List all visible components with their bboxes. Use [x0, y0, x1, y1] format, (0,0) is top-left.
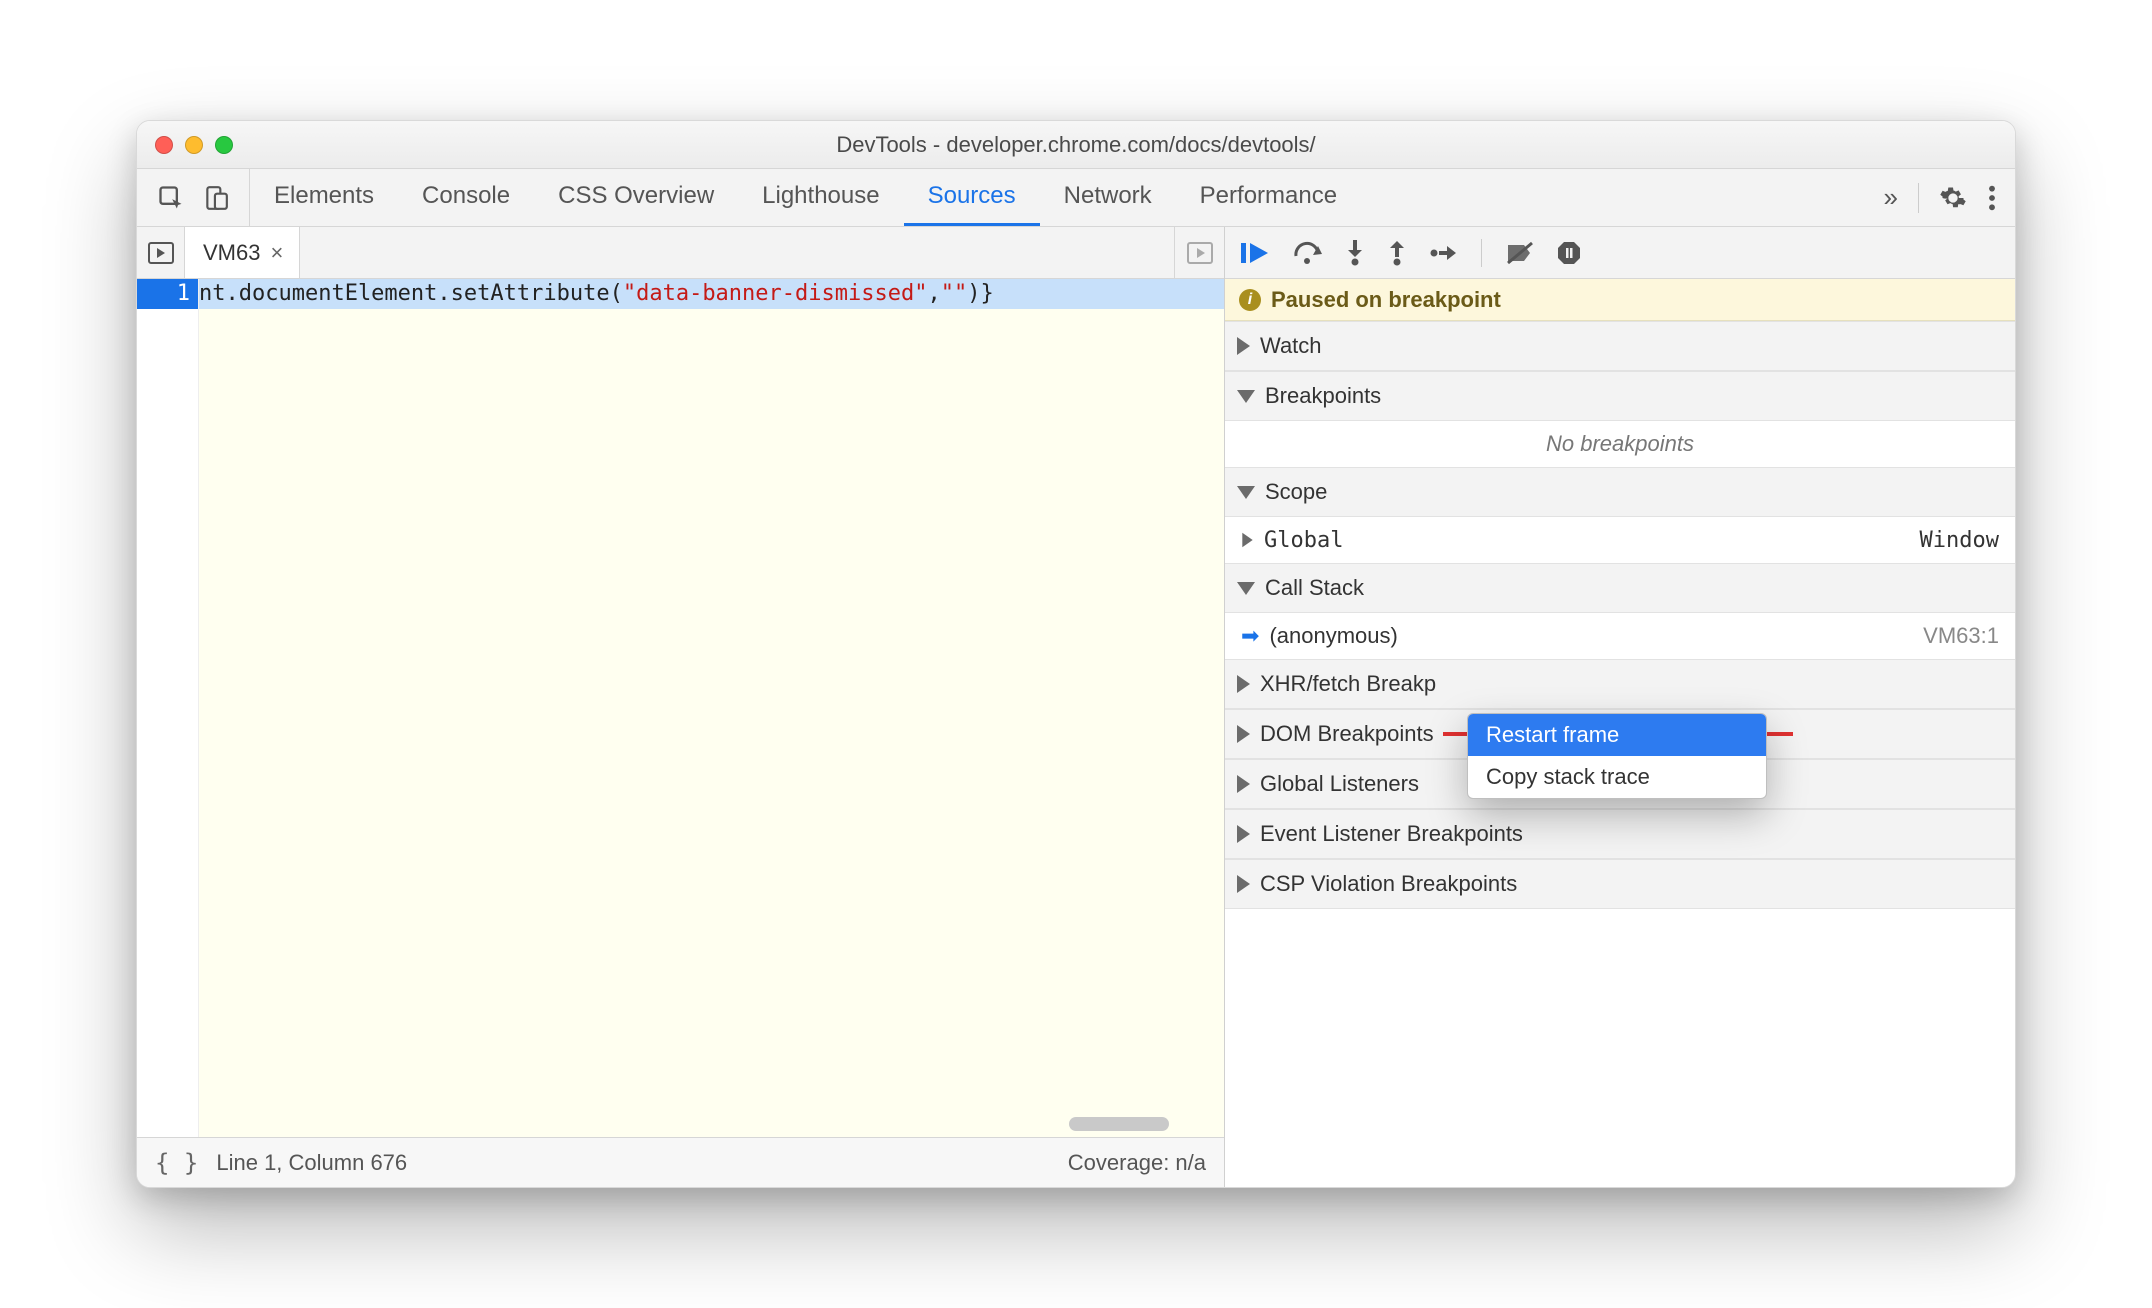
editor-empty-area: [199, 309, 1224, 1137]
expand-triangle-icon: [1237, 337, 1250, 355]
tab-sources[interactable]: Sources: [904, 169, 1040, 226]
section-watch[interactable]: Watch: [1225, 321, 2015, 371]
devtools-window: DevTools - developer.chrome.com/docs/dev…: [136, 120, 2016, 1188]
breakpoints-empty: No breakpoints: [1225, 421, 2015, 467]
tabs-overflow-icon[interactable]: »: [1884, 182, 1898, 213]
expand-triangle-icon: [1237, 825, 1250, 843]
code-token: ,: [927, 281, 940, 306]
callstack-context-menu: Restart frame Copy stack trace: [1467, 713, 1767, 799]
section-csp-label: CSP Violation Breakpoints: [1260, 871, 1517, 897]
section-event-listener-breakpoints[interactable]: Event Listener Breakpoints: [1225, 809, 2015, 859]
step-into-icon[interactable]: [1345, 240, 1365, 266]
scope-global-row[interactable]: Global Window: [1225, 517, 2015, 563]
paused-label: Paused on breakpoint: [1271, 287, 1501, 313]
current-frame-arrow-icon: ➡: [1241, 623, 1259, 649]
deactivate-breakpoints-icon[interactable]: [1506, 241, 1534, 265]
file-tab-row: VM63 ×: [137, 227, 1224, 279]
expand-triangle-icon: [1237, 875, 1250, 893]
code-token: nt.documentElement.setAttribute(: [199, 281, 623, 306]
panel-tabs: Elements Console CSS Overview Lighthouse…: [250, 169, 1361, 226]
section-watch-label: Watch: [1260, 333, 1322, 359]
editor-statusbar: { } Line 1, Column 676 Coverage: n/a: [137, 1137, 1224, 1187]
step-out-icon[interactable]: [1387, 240, 1407, 266]
device-toolbar-icon[interactable]: [203, 184, 229, 212]
sources-panel: VM63 × 1 nt.: [137, 227, 2015, 1187]
section-scope-label: Scope: [1265, 479, 1327, 505]
info-icon: i: [1239, 289, 1261, 311]
code-string: "data-banner-dismissed": [623, 281, 928, 306]
tab-network[interactable]: Network: [1040, 169, 1176, 226]
debugger-pane: i Paused on breakpoint Watch Breakpoints…: [1225, 227, 2015, 1187]
section-breakpoints[interactable]: Breakpoints: [1225, 371, 2015, 421]
horizontal-scrollbar-thumb[interactable]: [1069, 1117, 1169, 1131]
section-dom-label: DOM Breakpoints: [1260, 721, 1434, 747]
navigator-toggle-icon[interactable]: [137, 227, 185, 278]
section-csp-breakpoints[interactable]: CSP Violation Breakpoints: [1225, 859, 2015, 909]
expand-triangle-icon: [1242, 533, 1252, 547]
section-callstack[interactable]: Call Stack: [1225, 563, 2015, 613]
coverage-status: Coverage: n/a: [1068, 1150, 1206, 1176]
settings-gear-icon[interactable]: [1939, 184, 1967, 212]
main-tabstrip: Elements Console CSS Overview Lighthouse…: [137, 169, 2015, 227]
inspect-element-icon[interactable]: [157, 184, 185, 212]
section-scope[interactable]: Scope: [1225, 467, 2015, 517]
code-token: )}: [967, 281, 994, 306]
section-xhr-label: XHR/fetch Breakp: [1260, 671, 1436, 697]
code-string: "": [941, 281, 968, 306]
more-menu-icon[interactable]: [1987, 184, 1997, 212]
line-gutter: 1: [137, 279, 199, 1137]
callstack-frame[interactable]: ➡ (anonymous) VM63:1: [1225, 613, 2015, 659]
callstack-frame-location: VM63:1: [1923, 623, 1999, 649]
scope-global-label: Global: [1264, 528, 1343, 553]
expand-triangle-icon: [1237, 775, 1250, 793]
file-tab-vm63[interactable]: VM63 ×: [185, 227, 300, 278]
paused-banner: i Paused on breakpoint: [1225, 279, 2015, 321]
code-area[interactable]: nt.documentElement.setAttribute("data-ba…: [199, 279, 1224, 1137]
window-title: DevTools - developer.chrome.com/docs/dev…: [137, 132, 2015, 158]
callstack-frame-name: (anonymous): [1269, 623, 1397, 649]
tab-console[interactable]: Console: [398, 169, 534, 226]
pretty-print-icon[interactable]: { }: [155, 1149, 198, 1177]
section-event-listener-label: Event Listener Breakpoints: [1260, 821, 1523, 847]
tab-lighthouse[interactable]: Lighthouse: [738, 169, 903, 226]
step-icon[interactable]: [1429, 242, 1457, 264]
section-callstack-label: Call Stack: [1265, 575, 1364, 601]
step-over-icon[interactable]: [1293, 241, 1323, 265]
scope-global-value: Window: [1920, 528, 1999, 553]
tab-elements[interactable]: Elements: [250, 169, 398, 226]
expand-triangle-icon: [1237, 675, 1250, 693]
section-global-listeners-label: Global Listeners: [1260, 771, 1419, 797]
cursor-position: Line 1, Column 676: [216, 1150, 407, 1176]
run-snippet-icon[interactable]: [1174, 227, 1224, 278]
section-breakpoints-label: Breakpoints: [1265, 383, 1381, 409]
collapse-triangle-icon: [1237, 486, 1255, 499]
close-file-tab-icon[interactable]: ×: [270, 240, 283, 266]
section-xhr-breakpoints[interactable]: XHR/fetch Breakp: [1225, 659, 2015, 709]
context-menu-restart-frame[interactable]: Restart frame: [1468, 714, 1766, 756]
tab-css-overview[interactable]: CSS Overview: [534, 169, 738, 226]
tab-performance[interactable]: Performance: [1176, 169, 1361, 226]
titlebar: DevTools - developer.chrome.com/docs/dev…: [137, 121, 2015, 169]
resume-script-icon[interactable]: [1241, 240, 1271, 266]
context-menu-copy-stack-trace[interactable]: Copy stack trace: [1468, 756, 1766, 798]
editor-pane: VM63 × 1 nt.: [137, 227, 1225, 1187]
pause-on-exceptions-icon[interactable]: [1556, 240, 1582, 266]
collapse-triangle-icon: [1237, 390, 1255, 403]
file-tab-label: VM63: [203, 240, 260, 266]
expand-triangle-icon: [1237, 725, 1250, 743]
collapse-triangle-icon: [1237, 582, 1255, 595]
code-editor[interactable]: 1 nt.documentElement.setAttribute("data-…: [137, 279, 1224, 1137]
code-line-1[interactable]: nt.documentElement.setAttribute("data-ba…: [199, 279, 1224, 309]
debugger-toolbar: [1225, 227, 2015, 279]
line-number: 1: [137, 279, 198, 309]
